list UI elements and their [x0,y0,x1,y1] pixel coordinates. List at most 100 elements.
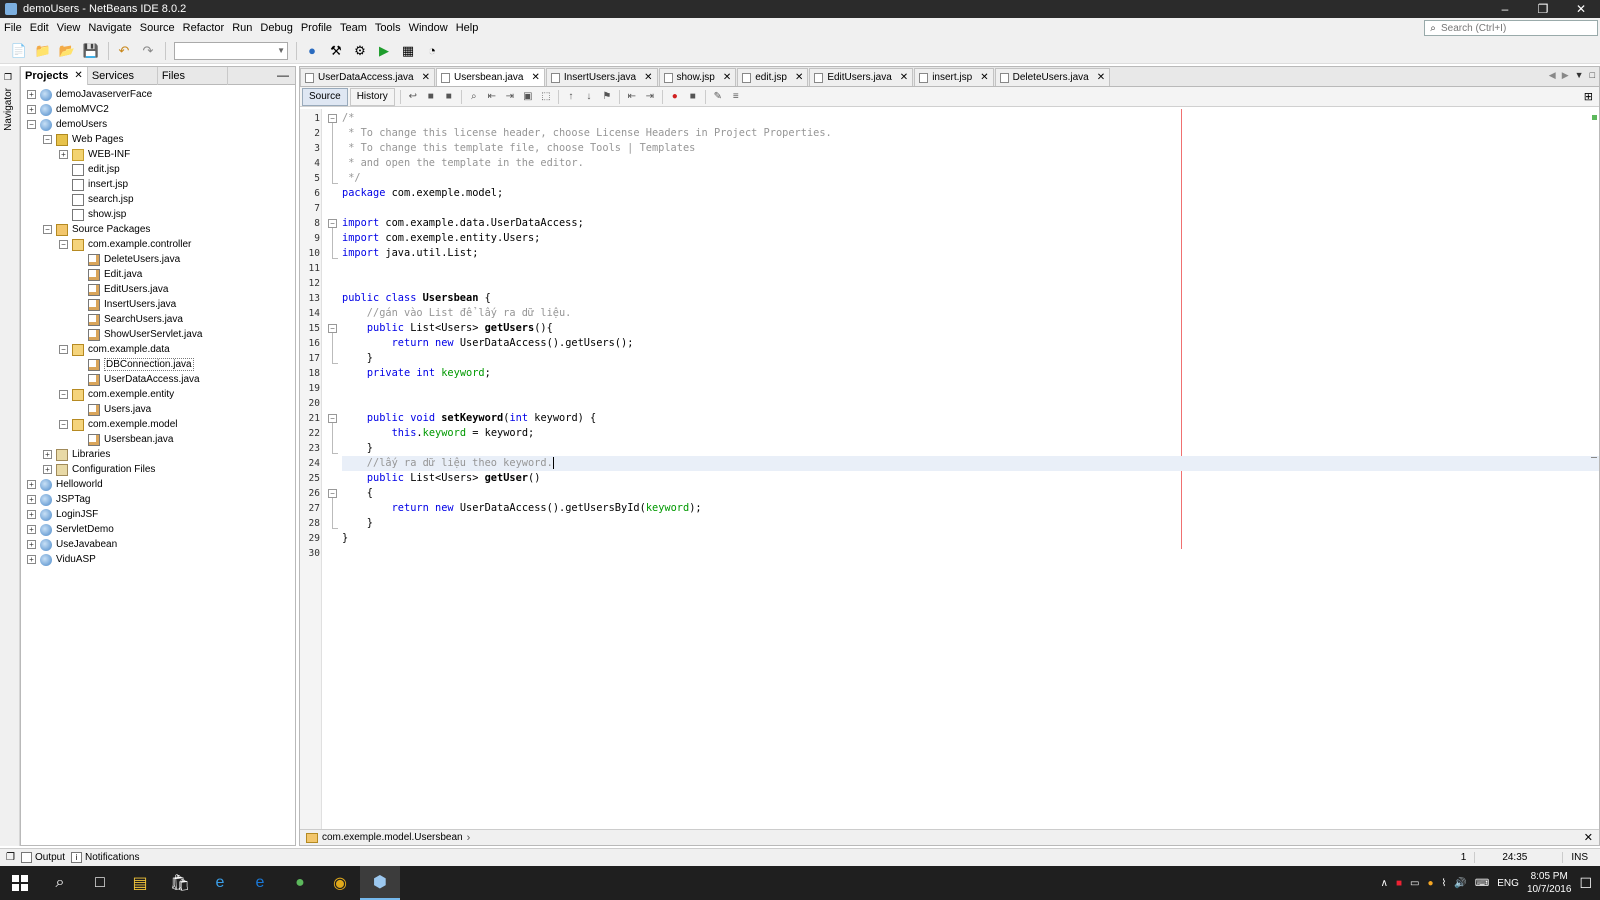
forward-icon[interactable]: ■ [440,89,458,105]
close-button[interactable]: ✕ [1562,0,1600,18]
tree-item[interactable]: UserDataAccess.java [21,372,295,387]
comment-icon[interactable]: ✎ [709,89,727,105]
tree-item[interactable]: InsertUsers.java [21,297,295,312]
code-line[interactable]: public List<Users> getUsers(){ [342,321,1599,336]
output-tab[interactable]: Output [20,852,65,863]
tree-item[interactable]: + demoJavaserverFace [21,87,295,102]
menu-file[interactable]: File [0,18,26,38]
expand-icon[interactable]: + [43,450,52,459]
new-project-icon[interactable]: 📁 [32,40,54,62]
collapse-icon[interactable]: − [59,420,68,429]
tree-item[interactable]: − com.exemple.entity [21,387,295,402]
search-icon[interactable]: ⌕ [40,866,80,900]
tree-item[interactable]: insert.jsp [21,177,295,192]
tree-item[interactable]: − Source Packages [21,222,295,237]
chrome-icon[interactable]: ◉ [320,866,360,900]
tree-item[interactable]: + demoMVC2 [21,102,295,117]
edge-icon[interactable]: e [240,866,280,900]
close-icon[interactable]: ✕ [74,67,82,85]
start-macro-icon[interactable]: ● [666,89,684,105]
tree-item[interactable]: + Configuration Files [21,462,295,477]
editor-tab[interactable]: insert.jsp ✕ [914,68,994,86]
tree-item[interactable]: Users.java [21,402,295,417]
close-icon[interactable]: ✕ [531,72,539,83]
code-line[interactable]: * To change this template file, choose T… [342,141,1599,156]
expand-icon[interactable]: + [59,150,68,159]
menu-run[interactable]: Run [228,18,256,38]
code-line[interactable]: package com.exemple.model; [342,186,1599,201]
previous-bookmark-icon[interactable]: ↑ [562,89,580,105]
editor-tab[interactable]: DeleteUsers.java ✕ [994,68,1111,86]
start-button[interactable] [0,866,40,900]
close-icon[interactable]: ✕ [723,72,731,83]
menu-edit[interactable]: Edit [26,18,53,38]
app-tray-icon[interactable]: ● [1427,878,1433,889]
collapse-icon[interactable]: − [27,120,36,129]
collapse-icon[interactable]: − [43,135,52,144]
tree-item[interactable]: − demoUsers [21,117,295,132]
code-line[interactable]: * and open the template in the editor. [342,156,1599,171]
shift-left-icon[interactable]: ⇤ [623,89,641,105]
find-previous-icon[interactable]: ⇤ [483,89,501,105]
quick-search-box[interactable]: ⌕ Search (Ctrl+I) [1424,20,1598,36]
find-icon[interactable]: ⌕ [465,89,483,105]
fold-toggle-icon[interactable]: − [328,489,337,498]
tree-item[interactable]: + Libraries [21,447,295,462]
debug-icon[interactable]: ▦ [397,40,419,62]
code-line[interactable] [342,276,1599,291]
expand-icon[interactable]: + [27,480,36,489]
code-line[interactable]: * To change this license header, choose … [342,126,1599,141]
menu-team[interactable]: Team [336,18,371,38]
clock[interactable]: 8:05 PM 10/7/2016 [1527,870,1572,896]
restore-button[interactable]: ❐ [1524,0,1562,18]
toggle-rect-selection-icon[interactable]: ⬚ [537,89,555,105]
code-line[interactable]: public class Usersbean { [342,291,1599,306]
tree-item[interactable]: search.jsp [21,192,295,207]
source-view-tab[interactable]: Source [302,87,348,106]
history-view-tab[interactable]: History [349,87,395,106]
code-line[interactable]: } [342,516,1599,531]
open-project-icon[interactable]: 📂 [56,40,78,62]
fold-toggle-icon[interactable]: − [328,324,337,333]
code-line[interactable]: import java.util.List; [342,246,1599,261]
collapse-icon[interactable]: − [59,345,68,354]
undo-icon[interactable]: ↶ [113,40,135,62]
notifications-tab[interactable]: i Notifications [71,852,139,863]
stop-macro-icon[interactable]: ■ [684,89,702,105]
expand-icon[interactable]: + [27,510,36,519]
code-line[interactable]: { [342,486,1599,501]
close-icon[interactable]: ✕ [900,72,908,83]
navigator-tab[interactable]: Navigator [3,88,14,131]
close-icon[interactable]: ✕ [422,72,430,83]
expand-icon[interactable]: + [27,525,36,534]
editor-tab[interactable]: EditUsers.java ✕ [809,68,914,86]
code-line[interactable]: return new UserDataAccess().getUsersById… [342,501,1599,516]
editor-tab[interactable]: InsertUsers.java ✕ [545,68,658,86]
close-icon[interactable]: ✕ [980,72,988,83]
code-line[interactable]: this.keyword = keyword; [342,426,1599,441]
code-line[interactable]: } [342,351,1599,366]
tree-item[interactable]: show.jsp [21,207,295,222]
task-view-icon[interactable]: □ [80,866,120,900]
tab-list-icon[interactable]: ▼ [1575,70,1584,81]
code-line[interactable]: */ [342,171,1599,186]
notification-badge-icon[interactable]: 1 [1461,852,1467,863]
next-bookmark-icon[interactable]: ↓ [580,89,598,105]
find-next-icon[interactable]: ⇥ [501,89,519,105]
netbeans-taskbar-icon[interactable]: ⬢ [360,866,400,900]
browser-globe-icon[interactable]: ● [301,40,323,62]
restore-icon[interactable]: ❐ [6,852,15,863]
code-line[interactable]: import com.example.data.UserDataAccess; [342,216,1599,231]
wifi-icon[interactable]: ⌇ [1441,878,1446,889]
expand-icon[interactable]: + [27,495,36,504]
code-line[interactable] [342,396,1599,411]
tab-files[interactable]: Files [158,66,228,85]
last-edit-icon[interactable]: ↩ [404,89,422,105]
tree-item[interactable]: SearchUsers.java [21,312,295,327]
menu-help[interactable]: Help [452,18,483,38]
editor-tab[interactable]: UserDataAccess.java ✕ [300,68,435,86]
collapse-icon[interactable]: − [59,240,68,249]
menu-source[interactable]: Source [136,18,179,38]
configuration-combo[interactable]: ▼ [174,41,288,60]
code-line[interactable]: //gán vào List để lấy ra dữ liệu. [342,306,1599,321]
